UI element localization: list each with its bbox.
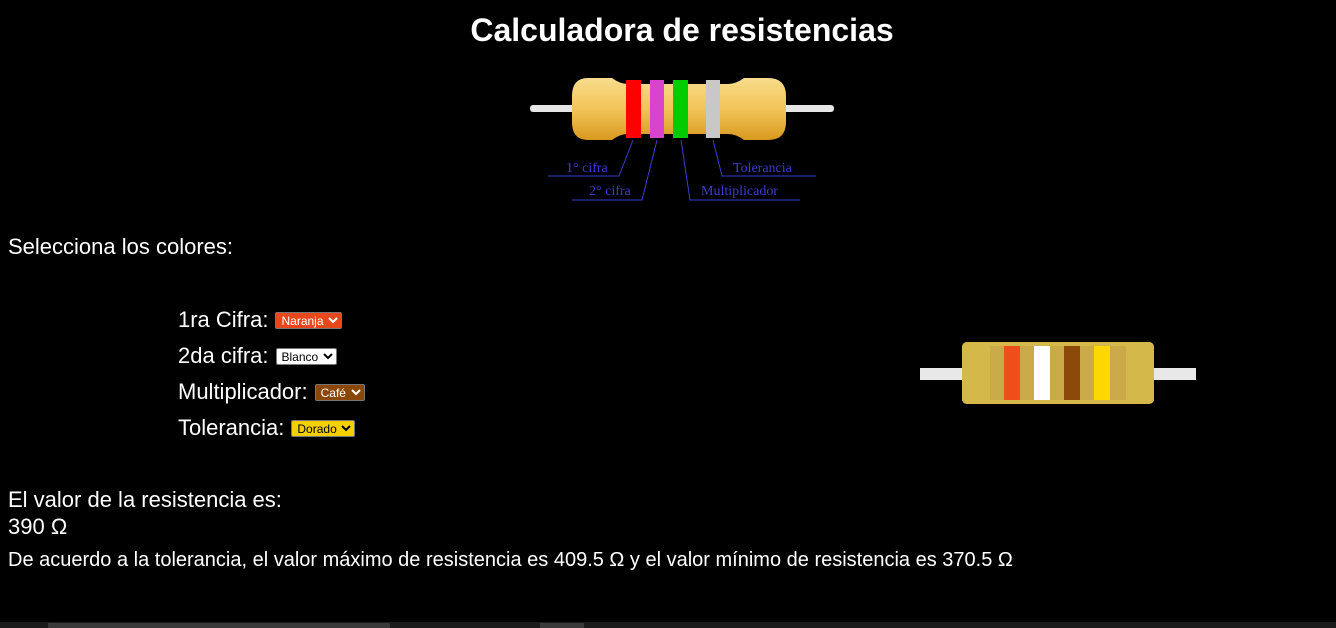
horizontal-scrollbar[interactable] (0, 622, 1336, 628)
scrollbar-marker (540, 623, 584, 628)
diagram-left-lead (530, 105, 578, 112)
multiplier-label: Multiplicador: (178, 379, 308, 404)
diagram-label-multiplier: Multiplicador (701, 184, 778, 199)
diagram-right-lead (782, 105, 834, 112)
digit2-row: 2da cifra: Blanco (178, 343, 337, 369)
digit1-label: 1ra Cifra: (178, 307, 269, 332)
resistor-reference-diagram: 1° cifra 2° cifra Multiplicador Toleranc… (530, 78, 834, 201)
resistor-left-cap (962, 342, 990, 404)
diagram-label-digit2: 2° cifra (589, 184, 632, 199)
page-title: Calculadora de resistencias (470, 12, 894, 48)
scrollbar-thumb[interactable] (48, 623, 390, 628)
select-colors-label: Selecciona los colores: (8, 234, 234, 259)
digit1-row: 1ra Cifra: Naranja (178, 307, 343, 333)
digit2-label: 2da cifra: (178, 343, 269, 368)
resistor-right-cap (1126, 342, 1154, 404)
result-value: 390 Ω (8, 514, 68, 539)
tolerance-row: Tolerancia: Dorado (178, 415, 356, 441)
resistor-band-4 (1094, 346, 1110, 400)
tolerance-label: Tolerancia: (178, 415, 285, 440)
resistor-band-2 (1034, 346, 1050, 400)
diagram-band-3 (673, 80, 688, 138)
digit2-select[interactable]: Blanco (275, 347, 337, 365)
result-label: El valor de la resistencia es: (8, 487, 282, 512)
multiplier-row: Multiplicador: Café (178, 379, 365, 405)
diagram-label-digit1: 1° cifra (566, 161, 609, 176)
tolerance-range-text: De acuerdo a la tolerancia, el valor máx… (8, 549, 1013, 572)
resistor-preview (920, 342, 1196, 404)
diagram-label-tolerance: Tolerancia (733, 161, 793, 176)
resistor-band-3 (1064, 346, 1080, 400)
diagram-band-1 (626, 80, 641, 138)
diagram-band-2 (650, 80, 664, 138)
digit1-select[interactable]: Naranja (275, 311, 343, 329)
tolerance-select[interactable]: Dorado (291, 419, 356, 437)
resistor-band-1 (1004, 346, 1020, 400)
tolerance-range-value: De acuerdo a la tolerancia, el valor máx… (8, 549, 1013, 571)
multiplier-select[interactable]: Café (314, 383, 365, 401)
diagram-band-4 (706, 80, 720, 138)
